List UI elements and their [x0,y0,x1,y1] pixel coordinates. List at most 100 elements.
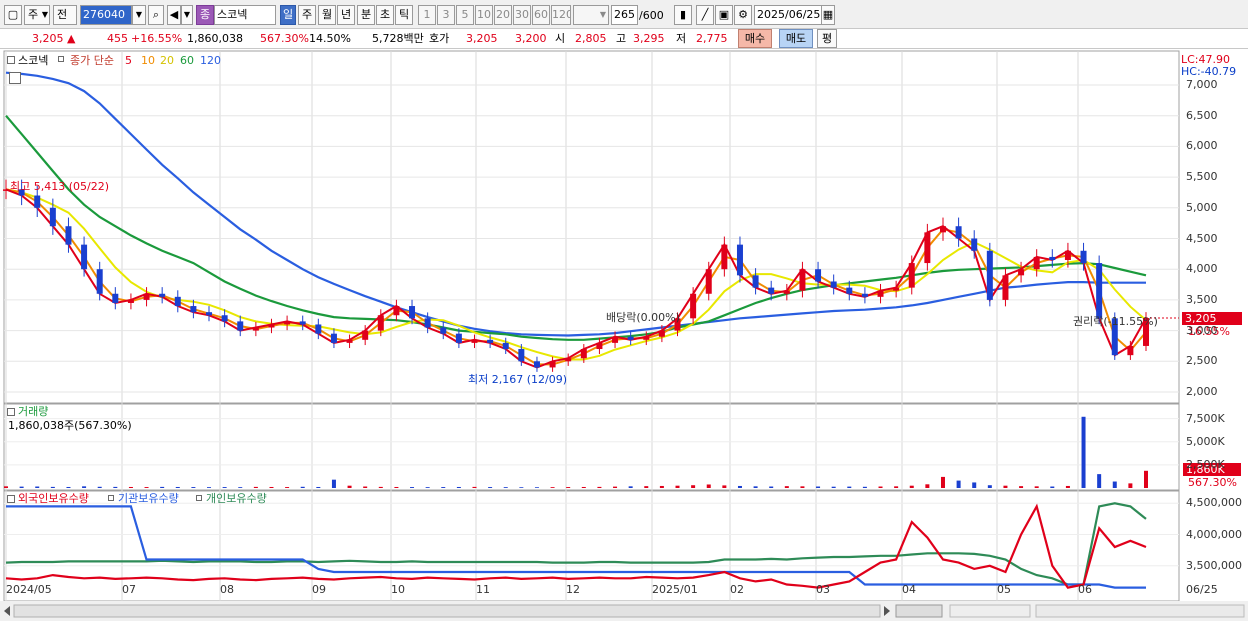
candle-body [565,358,572,362]
ma-toggle-icon[interactable] [58,56,64,62]
volume-bar [128,486,133,488]
market-select[interactable]: 주 ▼ [24,5,50,25]
annotation-low: 최저 2,167 (12/09) [468,373,568,386]
date-input[interactable]: 2025/06/25 [754,5,822,25]
gear-icon[interactable]: ⚙ [734,5,752,25]
search-icon[interactable]: ⌕ [148,5,164,25]
quote-bar: 3,205 ▲ 455 +16.55% 1,860,038 567.30% 14… [0,29,1248,49]
interval-10-button[interactable]: 10 [475,5,493,25]
x-axis-label: 05 [997,583,1011,596]
candle-body [49,207,56,227]
period-select[interactable]: 전 [53,5,77,25]
candle-body [1018,269,1025,276]
candle-body [34,195,41,208]
volume-bar [691,485,696,488]
current-volume-pct: 567.30% [1188,476,1237,489]
unit-day-button[interactable]: 일 [280,5,296,25]
interval-1-button[interactable]: 1 [418,5,436,25]
calendar-icon[interactable]: ▦ [821,5,835,25]
code-input[interactable]: 276040 [80,5,132,25]
candle-body [580,349,587,359]
price-value: 3,205 [32,32,64,45]
x-axis-label: 10 [391,583,405,596]
window-icon[interactable]: ▢ [4,5,22,25]
volume-bar [737,485,742,488]
candle-body [1080,250,1087,264]
save-icon[interactable]: ▣ [715,5,733,25]
buy-button[interactable]: 매수 [738,29,772,48]
volume-axis-tick: 7,500K [1186,411,1225,425]
interval-dropdown[interactable]: ▼ [573,5,609,25]
candle-body [939,226,946,233]
change-rate: +16.55% [131,32,183,45]
speaker-icon[interactable]: ◀ [167,5,181,25]
volume-bar [581,486,586,488]
volume-panel-toggle-icon[interactable] [7,408,15,416]
hoga-label: 호가 [429,32,450,45]
volume-bar [113,486,118,488]
count-input[interactable]: 265 [611,5,638,25]
price-panel-toggle-icon[interactable] [7,56,15,64]
candle-body [190,306,197,313]
candle-body [549,361,556,368]
volume-bar [1050,486,1055,488]
grid-icon[interactable] [9,72,21,84]
x-axis-label: 11 [476,583,490,596]
unit-month-button[interactable]: 월 [318,5,336,25]
volume-bar [519,487,524,488]
candle-body [815,269,822,282]
candle-body [471,339,478,343]
code-dropdown-icon[interactable]: ▼ [132,5,146,25]
volume-bar [644,486,649,488]
candle-body [705,269,712,294]
volume-bar [191,487,196,488]
chart-canvas[interactable] [0,49,1248,621]
legend-individual: 개인보유수량 [206,492,267,505]
candle-body [1064,250,1071,260]
interval-20-button[interactable]: 20 [494,5,512,25]
volume-bar [35,486,40,488]
eval-button[interactable]: 평 [817,29,837,48]
count-total: /600 [639,9,664,22]
unit-tick-button[interactable]: 틱 [395,5,413,25]
x-axis-label: 04 [902,583,916,596]
legend-individual-icon [196,495,202,501]
x-axis-label: 09 [312,583,326,596]
price-axis-tick: 6,000 [1186,139,1218,153]
volume-bar [784,486,789,488]
volume-bar [441,487,446,488]
stock-name-field[interactable]: 스코넥 [214,5,276,25]
unit-minute-button[interactable]: 분 [357,5,375,25]
unit-year-button[interactable]: 년 [337,5,355,25]
candle-body [908,263,915,288]
speaker-dropdown-icon[interactable]: ▼ [181,5,193,25]
candle-body [627,336,634,340]
volume-bar [816,486,821,488]
candle-body [143,293,150,300]
interval-120-button[interactable]: 120 [551,5,571,25]
low-label: 저 [676,32,687,45]
unit-week-button[interactable]: 주 [298,5,316,25]
hc-label: HC:-40.79 [1181,65,1237,78]
candle-icon[interactable]: ▮ [674,5,692,25]
high-value: 3,295 [633,32,665,45]
volume-bar [82,486,87,488]
volume-bar [300,486,305,488]
candle-body [768,287,775,294]
interval-60-button[interactable]: 60 [532,5,550,25]
change-value: 455 [107,32,128,45]
draw-line-icon[interactable]: ╱ [696,5,714,25]
holding-panel-toggle-icon[interactable] [7,495,15,503]
candle-body [736,244,743,276]
sell-button[interactable]: 매도 [779,29,813,48]
candle-body [893,287,900,291]
unit-second-button[interactable]: 초 [376,5,394,25]
volume-bar [753,486,758,488]
interval-30-button[interactable]: 30 [513,5,531,25]
interval-5-button[interactable]: 5 [456,5,474,25]
interval-3-button[interactable]: 3 [437,5,455,25]
volume-bar [456,486,461,488]
volume-bar [97,486,102,488]
candle-body [596,342,603,350]
bid-value: 3,200 [515,32,547,45]
